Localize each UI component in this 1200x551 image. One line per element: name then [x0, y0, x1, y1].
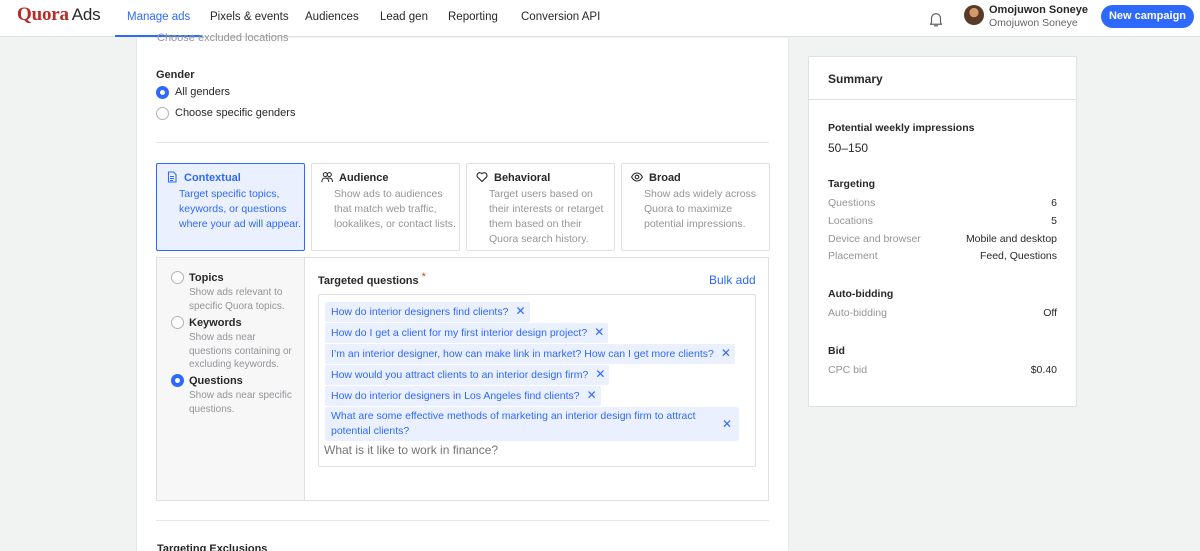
question-chip: How do interior designers in Los Angeles… — [325, 386, 601, 406]
heart-icon — [476, 172, 488, 183]
summary-key: Auto-bidding — [828, 307, 887, 319]
tab-lead-gen[interactable]: Lead gen — [380, 0, 428, 37]
targeting-label: Targeting — [828, 178, 876, 190]
bulk-add-link[interactable]: Bulk add — [709, 273, 756, 287]
option-keywords-title: Keywords — [189, 317, 242, 329]
close-icon[interactable]: ✕ — [721, 346, 731, 361]
summary-panel: Summary Potential weekly impressions 50–… — [808, 56, 1077, 407]
chip-text: How do interior designers find clients? — [331, 306, 509, 318]
summary-key: CPC bid — [828, 364, 868, 376]
eye-icon — [631, 172, 643, 182]
summary-key: Locations — [828, 215, 873, 227]
excluded-locations-link[interactable]: Choose excluded locations — [157, 32, 288, 44]
section-divider — [156, 142, 769, 143]
questions-radio[interactable] — [171, 374, 184, 387]
card-description: Target specific topics, keywords, or que… — [179, 188, 301, 230]
chip-text: I’m an interior designer, how can make l… — [331, 348, 714, 360]
card-contextual[interactable]: Contextual Target specific topics, keywo… — [156, 163, 305, 251]
targeted-questions-text: Targeted questions — [318, 275, 419, 287]
card-broad[interactable]: Broad Show ads widely across Quora to ma… — [621, 163, 770, 251]
contextual-targeting-panel: Topics Show ads relevant to specific Quo… — [156, 257, 769, 501]
gender-option-label: Choose specific genders — [175, 107, 296, 119]
bid-label: Bid — [828, 345, 845, 357]
contextual-options: Topics Show ads relevant to specific Quo… — [157, 258, 305, 500]
tab-reporting[interactable]: Reporting — [448, 0, 498, 37]
quora-ads-logo[interactable]: Quora Ads — [17, 4, 101, 26]
section-divider — [156, 520, 769, 521]
summary-key: Device and browser — [828, 233, 921, 245]
close-icon[interactable]: ✕ — [515, 304, 525, 319]
user-account-name: Omojuwon Soneye — [989, 17, 1078, 29]
impressions-value: 50–150 — [828, 141, 869, 155]
summary-value: $0.40 — [1030, 364, 1057, 376]
new-campaign-button[interactable]: New campaign — [1101, 5, 1194, 28]
gender-label: Gender — [156, 69, 195, 81]
gender-option-label: All genders — [175, 86, 231, 98]
card-description: Target users based on their interests or… — [489, 188, 604, 245]
chip-text: How do I get a client for my first inter… — [331, 327, 588, 339]
auto-bidding-label: Auto-bidding — [828, 288, 894, 300]
close-icon[interactable]: ✕ — [594, 325, 604, 340]
question-chip: How would you attract clients to an inte… — [325, 365, 610, 385]
summary-value: Off — [1043, 307, 1057, 319]
user-name[interactable]: Omojuwon Soneye — [989, 4, 1088, 16]
close-icon[interactable]: ✕ — [587, 388, 597, 403]
card-title: Audience — [339, 172, 389, 184]
question-chip: What are some effective methods of marke… — [325, 407, 739, 441]
logo-main: Quora — [17, 4, 69, 25]
summary-value: Mobile and desktop — [965, 233, 1057, 245]
tab-audiences[interactable]: Audiences — [305, 0, 359, 37]
chip-text: What are some effective methods of marke… — [331, 410, 696, 437]
people-icon — [321, 172, 333, 183]
main-panel: Choose excluded locations Gender All gen… — [136, 32, 789, 551]
card-title: Behavioral — [494, 172, 551, 184]
question-chip: I’m an interior designer, how can make l… — [325, 344, 735, 364]
topics-radio[interactable] — [171, 271, 184, 284]
option-topics-desc: Show ads relevant to specific Quora topi… — [189, 287, 285, 312]
targeted-questions-label: Targeted questions * — [318, 271, 426, 287]
card-behavioral[interactable]: Behavioral Target users based on their i… — [466, 163, 615, 251]
card-title: Broad — [649, 172, 681, 184]
option-questions-title: Questions — [189, 375, 243, 387]
card-title: Contextual — [184, 172, 241, 184]
card-audience[interactable]: Audience Show ads to audiences that matc… — [311, 163, 460, 251]
avatar[interactable] — [964, 5, 984, 25]
summary-key: Placement — [828, 250, 878, 262]
question-chip: How do interior designers find clients? ✕ — [325, 302, 530, 322]
close-icon[interactable]: ✕ — [595, 367, 605, 382]
radio-unselected[interactable] — [156, 107, 169, 120]
option-topics-title: Topics — [189, 272, 224, 284]
card-description: Show ads to audiences that match web tra… — [334, 188, 456, 230]
question-search-input[interactable] — [324, 440, 744, 460]
summary-value: 6 — [1051, 197, 1057, 209]
card-description: Show ads widely across Quora to maximize… — [644, 188, 757, 230]
summary-value: Feed, Questions — [979, 250, 1057, 262]
summary-divider — [809, 99, 1076, 100]
chip-text: How do interior designers in Los Angeles… — [331, 390, 580, 402]
impressions-label: Potential weekly impressions — [828, 122, 975, 134]
summary-title: Summary — [828, 72, 883, 86]
bell-icon[interactable] — [927, 10, 945, 28]
option-questions-desc: Show ads near specific questions. — [189, 390, 292, 415]
summary-key: Questions — [828, 197, 876, 209]
chip-text: How would you attract clients to an inte… — [331, 369, 589, 381]
targeting-exclusions-heading: Targeting Exclusions — [157, 543, 268, 551]
summary-value: 5 — [1051, 215, 1057, 227]
keywords-radio[interactable] — [171, 316, 184, 329]
document-icon — [167, 171, 177, 183]
questions-input-box[interactable]: How do interior designers find clients? ✕… — [318, 294, 756, 467]
required-mark: * — [421, 271, 426, 283]
radio-selected[interactable] — [156, 86, 169, 99]
question-chip: How do I get a client for my first inter… — [325, 323, 609, 343]
logo-suffix: Ads — [71, 5, 101, 24]
option-keywords-desc: Show ads near questions containing or ex… — [189, 332, 292, 370]
close-icon[interactable]: ✕ — [722, 417, 732, 432]
tab-conversion-api[interactable]: Conversion API — [521, 0, 600, 37]
